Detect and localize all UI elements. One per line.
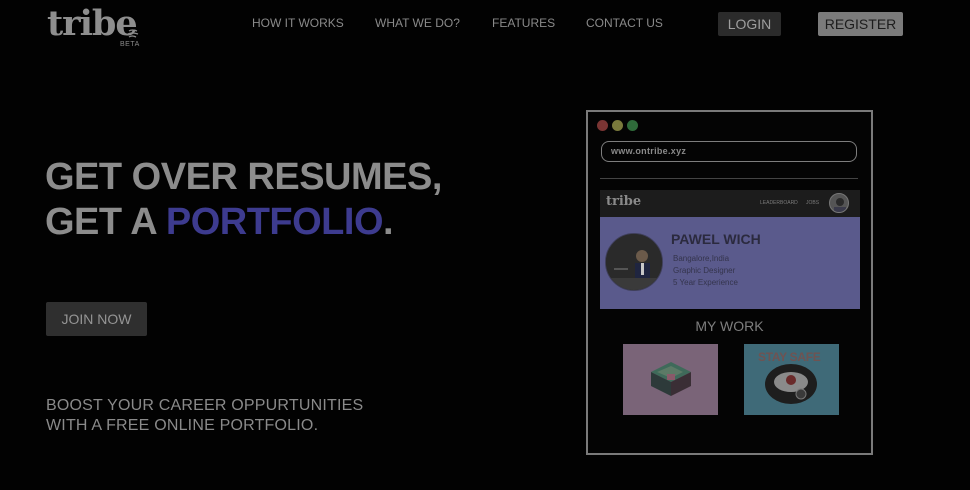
nav-what-we-do[interactable]: WHAT WE DO? <box>375 16 460 30</box>
mock-nav-jobs: JOBS <box>806 200 820 206</box>
beta-badge: BETA <box>120 41 140 48</box>
profile-experience: 5 Year Experience <box>673 278 738 287</box>
my-work-heading: MY WORK <box>695 318 764 334</box>
window-close-dot-icon <box>597 120 608 131</box>
mock-avatar <box>829 193 849 213</box>
nav-how-it-works[interactable]: HOW IT WORKS <box>252 16 344 30</box>
tagline-line-2: WITH A FREE ONLINE PORTFOLIO. <box>46 417 319 434</box>
hero-line-2-prefix: GET A <box>45 201 166 243</box>
hero-title: GET OVER RESUMES, GET A PORTFOLIO. <box>45 155 442 245</box>
work-thumbnail-2: STAY SAFE <box>744 344 839 415</box>
nav-features[interactable]: FEATURES <box>492 16 555 30</box>
mock-logo: tribe <box>606 194 642 209</box>
window-minimize-dot-icon <box>612 120 623 131</box>
nav-contact-us[interactable]: CONTACT US <box>586 16 663 30</box>
hero-line-2-suffix: . <box>383 201 394 243</box>
wave-lines-icon <box>127 29 139 38</box>
mock-divider <box>600 178 858 179</box>
tagline-line-1: BOOST YOUR CAREER OPPURTUNITIES <box>46 397 364 414</box>
brand-logo[interactable]: tribe BETA <box>47 4 147 54</box>
mock-profile-card: PAWEL WICH Bangalore,India Graphic Desig… <box>600 217 860 309</box>
mock-nav-leaderboard: LEADERBOARD <box>760 200 798 206</box>
stay-safe-text: STAY SAFE <box>758 350 821 364</box>
profile-role: Graphic Designer <box>673 266 736 275</box>
profile-photo <box>605 233 663 291</box>
hero-tagline: BOOST YOUR CAREER OPPURTUNITIES WITH A F… <box>46 396 363 436</box>
login-button[interactable]: LOGIN <box>718 12 781 36</box>
work-thumbnail-1 <box>623 344 718 415</box>
profile-location: Bangalore,India <box>673 254 730 263</box>
mock-site-header: tribe LEADERBOARD JOBS <box>600 190 860 217</box>
profile-name: PAWEL WICH <box>671 231 761 247</box>
hero-accent-word: PORTFOLIO <box>165 201 384 243</box>
window-maximize-dot-icon <box>627 120 638 131</box>
portfolio-preview-mockup: www.ontribe.xyz tribe LEADERBOARD JOBS P… <box>586 110 873 455</box>
mock-url-bar: www.ontribe.xyz <box>601 141 857 162</box>
register-button[interactable]: REGISTER <box>818 12 903 36</box>
hero-line-1: GET OVER RESUMES, <box>45 156 442 198</box>
join-now-button[interactable]: JOIN NOW <box>46 302 147 336</box>
